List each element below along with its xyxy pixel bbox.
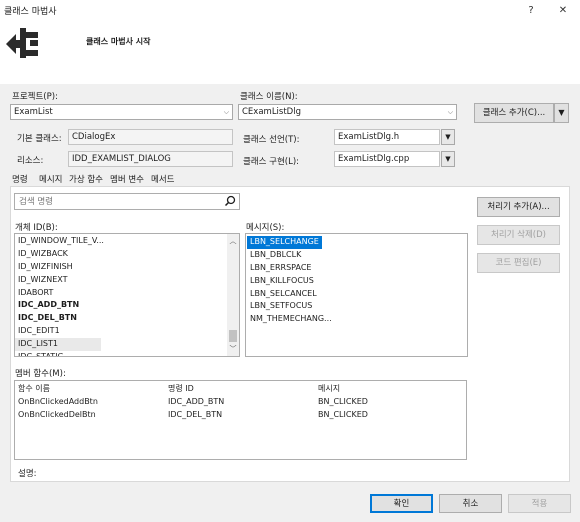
tab-virtual-functions[interactable]: 가상 함수 [69,173,103,185]
resource-field[interactable]: IDD_EXAMLIST_DIALOG [68,151,233,167]
class-name-label: 클래스 이름(N): [240,92,298,102]
help-button[interactable]: ? [518,2,544,20]
class-impl-field[interactable]: ExamListDlg.cpp [334,151,440,167]
member-row-2-command-id[interactable]: IDC_DEL_BTN [168,410,222,419]
class-impl-label: 클래스 구현(L): [243,157,300,167]
object-ids-label: 개체 ID(B): [15,223,58,233]
project-value: ExamList [14,107,53,117]
add-handler-button[interactable]: 처리기 추가(A)... [477,197,560,217]
search-input[interactable] [17,195,217,208]
object-id-item[interactable]: IDC_STATIC [15,351,227,356]
project-combo[interactable]: ExamList ⌵ [10,104,233,120]
class-decl-field[interactable]: ExamListDlg.h [334,129,440,145]
cancel-button[interactable]: 취소 [439,494,502,513]
class-name-value: CExamListDlg [242,107,301,117]
class-wizard-logo-icon [4,24,44,62]
window-title: 클래스 마법사 [4,7,57,17]
member-row-2-function[interactable]: OnBnClickedDelBtn [18,410,96,419]
message-item[interactable]: LBN_SETFOCUS [247,300,312,313]
object-id-item[interactable]: ID_WINDOW_TILE_V... [15,235,227,248]
project-label: 프로젝트(P): [12,92,58,102]
title-bar [0,0,580,22]
add-class-dropdown-button[interactable]: ▼ [554,103,569,123]
object-id-item[interactable]: IDC_ADD_BTN [15,299,227,312]
object-id-item[interactable]: IDC_LIST1 [15,338,101,352]
add-class-button[interactable]: 클래스 추가(C)... [474,103,554,123]
message-item[interactable]: LBN_SELCHANGE [247,236,322,249]
base-class-field[interactable]: CDialogEx [68,129,233,145]
class-name-combo[interactable]: CExamListDlg ⌵ [238,104,457,120]
edit-code-button[interactable]: 코드 편집(E) [477,253,560,273]
base-class-label: 기본 클래스: [17,134,62,144]
object-ids-list[interactable]: ID_WINDOW_TILE_V... ID_WIZBACK ID_WIZFINIS… [14,233,240,357]
triangle-down-icon: ▼ [445,155,451,163]
tab-methods[interactable]: 메서드 [151,173,174,185]
class-decl-label: 클래스 선언(T): [243,135,300,145]
column-header-function-name[interactable]: 함수 이름 [18,383,50,394]
object-id-item[interactable]: ID_WIZNEXT [15,274,227,287]
member-row-2-message[interactable]: BN_CLICKED [318,410,368,419]
tab-messages[interactable]: 메시지 [39,173,62,185]
triangle-down-icon: ▼ [445,133,451,141]
wizard-header [0,22,580,84]
message-item[interactable]: LBN_ERRSPACE [247,262,311,275]
object-id-item[interactable]: ID_WIZFINISH [15,261,227,274]
delete-handler-button[interactable]: 처리기 삭제(D) [477,225,560,245]
object-id-item[interactable]: IDC_DEL_BTN [15,312,227,325]
apply-button[interactable]: 적용 [508,494,571,513]
member-row-1-command-id[interactable]: IDC_ADD_BTN [168,397,224,406]
member-functions-label: 멤버 함수(M): [15,369,66,379]
search-icon[interactable] [224,195,236,210]
ok-button[interactable]: 확인 [370,494,433,513]
resource-label: 리소스: [17,156,44,166]
object-ids-scrollbar[interactable]: ︿ ﹀ [227,234,239,356]
member-row-1-function[interactable]: OnBnClickedAddBtn [18,397,98,406]
member-row-1-message[interactable]: BN_CLICKED [318,397,368,406]
message-item[interactable]: LBN_KILLFOCUS [247,275,314,288]
class-decl-dropdown[interactable]: ▼ [441,129,455,145]
messages-list[interactable]: LBN_SELCHANGE LBN_DBLCLK LBN_ERRSPACE LBN_K… [245,233,468,357]
tab-member-variables[interactable]: 멤버 변수 [110,173,144,185]
column-header-command-id[interactable]: 명령 ID [168,383,194,394]
object-id-item[interactable]: IDABORT [15,287,227,300]
chevron-down-icon: ⌵ [447,108,453,116]
column-header-message[interactable]: 메시지 [318,383,340,394]
message-item[interactable]: LBN_DBLCLK [247,249,301,262]
description-label: 설명: [18,469,37,479]
message-item[interactable]: NM_THEMECHANG... [247,313,332,326]
messages-label: 메시지(S): [246,223,285,233]
chevron-down-icon: ⌵ [223,108,229,116]
object-id-item[interactable]: ID_WIZBACK [15,248,227,261]
member-functions-list[interactable]: 함수 이름 명령 ID 메시지 OnBnClickedAddBtn IDC_AD… [14,380,467,460]
tab-commands[interactable]: 명령 [12,173,28,185]
close-button[interactable]: ✕ [550,2,576,20]
triangle-down-icon: ▼ [558,108,565,117]
header-title: 클래스 마법사 시작 [86,37,151,46]
scroll-thumb[interactable] [229,330,237,342]
chevron-down-icon[interactable]: ﹀ [227,344,239,354]
object-id-item[interactable]: IDC_EDIT1 [15,325,227,338]
message-item[interactable]: LBN_SELCANCEL [247,288,317,301]
chevron-up-icon[interactable]: ︿ [227,236,239,246]
search-box[interactable] [14,193,240,210]
class-impl-dropdown[interactable]: ▼ [441,151,455,167]
